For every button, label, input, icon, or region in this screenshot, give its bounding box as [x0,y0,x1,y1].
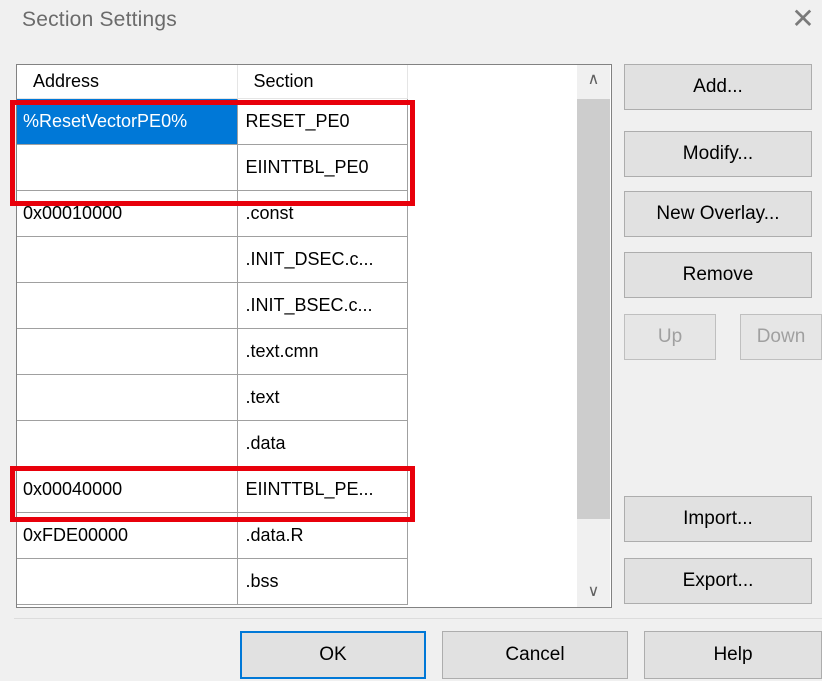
section-cell[interactable]: .data.R [237,512,408,559]
address-cell[interactable] [17,328,238,375]
address-cell[interactable] [17,144,238,191]
section-cell[interactable]: EIINTTBL_PE0 [237,144,408,191]
export-button[interactable]: Export... [624,558,812,604]
chevron-up-icon[interactable]: ∧ [577,65,610,95]
dialog-title: Section Settings [22,8,177,31]
help-button[interactable]: Help [644,631,822,679]
section-cell[interactable]: EIINTTBL_PE... [237,466,408,513]
address-cell[interactable] [17,558,238,605]
ok-button[interactable]: OK [240,631,426,679]
new-overlay-button[interactable]: New Overlay... [624,191,812,237]
table-row[interactable]: .INIT_DSEC.c... [17,236,408,283]
address-cell[interactable] [17,282,238,329]
chevron-down-icon[interactable]: ∨ [577,577,610,607]
address-cell[interactable]: 0x00010000 [17,190,238,237]
address-cell[interactable]: %ResetVectorPE0% [17,98,238,145]
section-cell[interactable]: .bss [237,558,408,605]
table-row[interactable]: .INIT_BSEC.c... [17,282,408,329]
vertical-scrollbar[interactable]: ∧ ∨ [577,65,610,607]
address-cell[interactable] [17,420,238,467]
section-cell[interactable]: RESET_PE0 [237,98,408,145]
table-row[interactable]: .bss [17,558,408,605]
section-listbox[interactable]: Address Section %ResetVectorPE0% RESET_PE… [16,64,612,608]
table-row[interactable]: .text [17,374,408,421]
column-header-address[interactable]: Address [17,65,238,99]
table-row[interactable]: .text.cmn [17,328,408,375]
table-row[interactable]: %ResetVectorPE0% RESET_PE0 [17,98,408,145]
section-cell[interactable]: .text [237,374,408,421]
cancel-button[interactable]: Cancel [442,631,628,679]
section-cell[interactable]: .const [237,190,408,237]
down-button[interactable]: Down [740,314,822,360]
import-button[interactable]: Import... [624,496,812,542]
table-header-row: Address Section [17,65,408,99]
section-cell[interactable]: .INIT_DSEC.c... [237,236,408,283]
section-cell[interactable]: .data [237,420,408,467]
section-cell[interactable]: .text.cmn [237,328,408,375]
section-table: Address Section %ResetVectorPE0% RESET_PE… [17,65,408,605]
table-row[interactable]: 0xFDE00000 .data.R [17,512,408,559]
address-cell[interactable] [17,236,238,283]
table-row[interactable]: 0x00010000 .const [17,190,408,237]
separator [14,618,822,619]
address-cell[interactable]: 0xFDE00000 [17,512,238,559]
scrollbar-thumb[interactable] [577,99,610,519]
table-row[interactable]: 0x00040000 EIINTTBL_PE... [17,466,408,513]
table-row[interactable]: EIINTTBL_PE0 [17,144,408,191]
address-cell[interactable]: 0x00040000 [17,466,238,513]
remove-button[interactable]: Remove [624,252,812,298]
up-button[interactable]: Up [624,314,716,360]
column-header-section[interactable]: Section [237,65,408,99]
section-cell[interactable]: .INIT_BSEC.c... [237,282,408,329]
modify-button[interactable]: Modify... [624,131,812,177]
close-icon[interactable]: ✕ [790,5,816,33]
address-cell[interactable] [17,374,238,421]
add-button[interactable]: Add... [624,64,812,110]
table-row[interactable]: .data [17,420,408,467]
